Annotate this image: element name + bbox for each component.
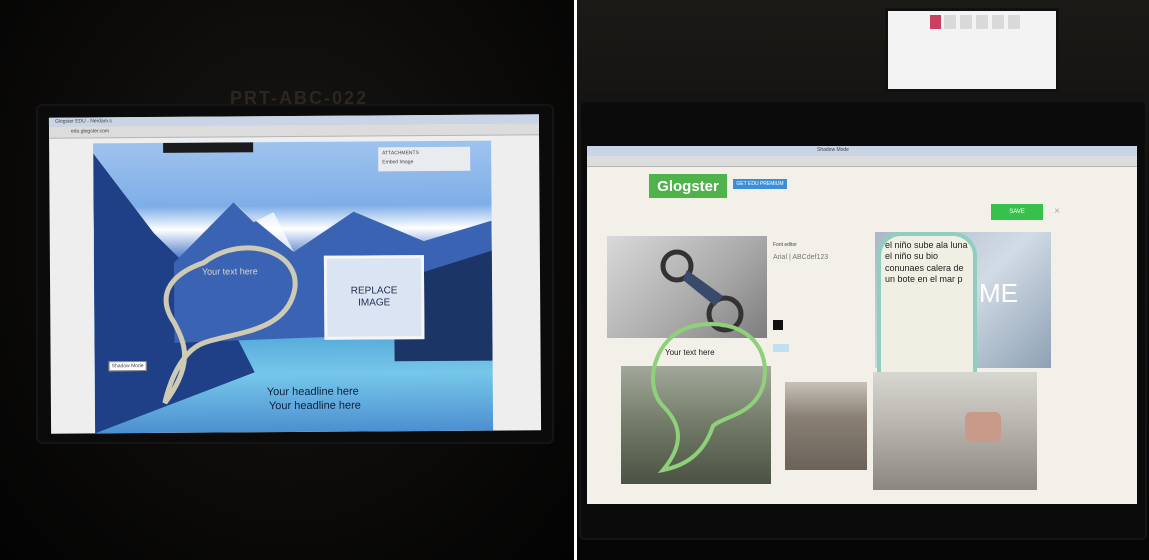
bg-monitor-swatch — [930, 15, 941, 29]
monitor-screen: Shadow Mode Glogster GET EDU PREMIUM SAV… — [587, 146, 1137, 504]
font-select[interactable]: Arial | ABCdef123 — [773, 254, 828, 261]
scroll-text[interactable]: el niño sube ala luna el niño su bio con… — [885, 240, 971, 285]
save-label: SAVE — [1009, 209, 1025, 215]
partial-word: ME — [979, 278, 1018, 308]
bubble-text[interactable]: Your text here — [665, 348, 715, 357]
window-title: Shadow Mode — [817, 147, 849, 153]
bg-monitor-tiles — [944, 15, 1024, 29]
monitor-screen: Glogster EDU - Nerdam.s edu.glogster.com… — [48, 114, 542, 434]
right-photo: Shadow Mode Glogster GET EDU PREMIUM SAV… — [577, 0, 1149, 560]
canoe-image[interactable] — [785, 382, 867, 470]
brand-text: Glogster — [657, 177, 719, 195]
premium-label: GET EDU PREMIUM — [736, 181, 784, 187]
browser-address-bar: edu.glogster.com — [48, 123, 540, 139]
tooltip: Shadow Mode — [108, 361, 147, 372]
heading-line-2[interactable]: Your headline here — [269, 400, 361, 413]
save-button[interactable]: SAVE — [991, 204, 1043, 220]
glogster-logo[interactable]: Glogster — [649, 174, 727, 198]
bubble-text[interactable]: Your text here — [202, 266, 258, 276]
background-monitor — [885, 8, 1059, 92]
left-photo: PRT-ABC-022 Glogster EDU - Nerdam.s edu.… — [0, 0, 574, 560]
address-field[interactable]: edu.glogster.com — [71, 128, 109, 134]
browser-address-bar — [587, 156, 1137, 167]
roller-skate-image[interactable] — [873, 372, 1037, 490]
skate-shape — [965, 412, 1001, 442]
tab-title[interactable]: Glogster EDU - Nerdam.s — [55, 118, 112, 124]
scroll-frame[interactable]: el niño sube ala luna el niño su bio con… — [877, 232, 977, 394]
mountain-lake-image[interactable]: REPLACE IMAGE ATTACHMENTS Embed Image Yo… — [93, 140, 494, 434]
premium-button[interactable]: GET EDU PREMIUM — [733, 179, 787, 189]
font-label: Font editor — [773, 242, 797, 248]
close-icon[interactable]: × — [1051, 204, 1063, 218]
heading-line-1[interactable]: Your headline here — [267, 386, 359, 399]
